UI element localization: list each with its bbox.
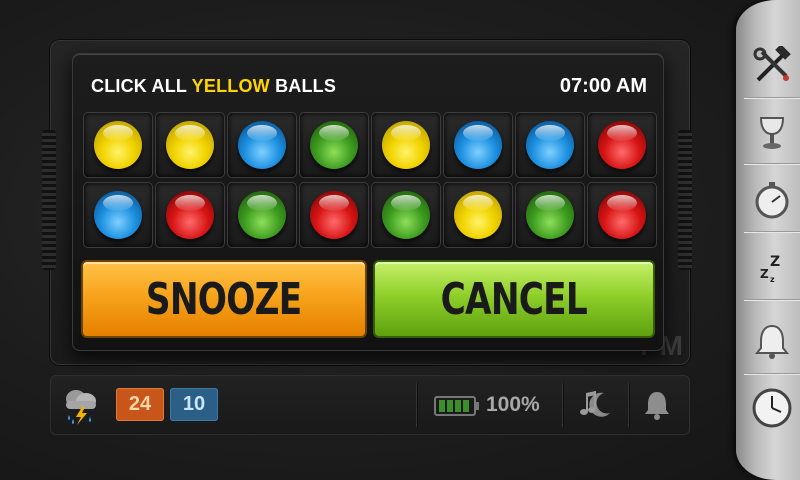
ball-cell[interactable] bbox=[587, 182, 657, 248]
status-bar: 24 10 100% bbox=[50, 375, 690, 435]
sidebar-item-settings[interactable] bbox=[744, 34, 800, 98]
green-ball[interactable] bbox=[526, 191, 574, 239]
alarm-dialog: CLICK ALL YELLOW BALLS 07:00 AM SNOOZE C… bbox=[72, 53, 664, 351]
blue-ball[interactable] bbox=[454, 121, 502, 169]
snooze-label: SNOOZE bbox=[146, 273, 302, 325]
temp-high-badge: 24 bbox=[116, 388, 164, 421]
svg-text:Z: Z bbox=[770, 254, 780, 270]
sleep-zzz-icon: Z Z z bbox=[760, 254, 780, 284]
storm-cloud-icon bbox=[66, 390, 96, 425]
ball-cell[interactable] bbox=[299, 182, 369, 248]
panel-grip-left bbox=[42, 130, 56, 270]
snooze-button[interactable]: SNOOZE bbox=[81, 260, 367, 338]
battery-percent: 100% bbox=[486, 393, 540, 416]
stopwatch-icon bbox=[755, 181, 789, 218]
ball-cell[interactable] bbox=[587, 112, 657, 178]
music-moon-icon[interactable] bbox=[574, 387, 614, 423]
cancel-label: CANCEL bbox=[440, 273, 588, 325]
red-ball[interactable] bbox=[598, 191, 646, 239]
sidebar: Z Z z bbox=[736, 0, 800, 480]
ball-cell[interactable] bbox=[443, 182, 513, 248]
yellow-ball[interactable] bbox=[94, 121, 142, 169]
ball-cell[interactable] bbox=[227, 112, 297, 178]
yellow-ball[interactable] bbox=[166, 121, 214, 169]
sidebar-item-sleep[interactable]: Z Z z bbox=[744, 236, 800, 300]
ball-cell[interactable] bbox=[515, 112, 585, 178]
goblet-icon bbox=[759, 116, 785, 149]
svg-text:z: z bbox=[770, 275, 775, 284]
green-ball[interactable] bbox=[238, 191, 286, 239]
instruction-suffix: BALLS bbox=[269, 75, 337, 96]
sidebar-item-night[interactable] bbox=[744, 100, 800, 164]
blue-ball[interactable] bbox=[526, 121, 574, 169]
green-ball[interactable] bbox=[310, 121, 358, 169]
alarm-time: 07:00 AM bbox=[559, 74, 647, 97]
yellow-ball[interactable] bbox=[454, 191, 502, 239]
instruction-highlight: YELLOW bbox=[191, 75, 270, 96]
status-divider bbox=[416, 383, 417, 427]
blue-ball[interactable] bbox=[238, 121, 286, 169]
tools-icon bbox=[753, 45, 791, 81]
ball-cell[interactable] bbox=[227, 182, 297, 248]
dialog-header: CLICK ALL YELLOW BALLS 07:00 AM bbox=[91, 72, 647, 100]
ball-cell[interactable] bbox=[443, 112, 513, 178]
ball-cell[interactable] bbox=[515, 182, 585, 248]
instruction-text: CLICK ALL YELLOW BALLS bbox=[91, 76, 336, 97]
red-ball[interactable] bbox=[598, 121, 646, 169]
sidebar-item-timer[interactable] bbox=[744, 168, 800, 232]
ball-cell[interactable] bbox=[299, 112, 369, 178]
cancel-button[interactable]: CANCEL bbox=[373, 260, 655, 338]
bell-icon bbox=[754, 324, 790, 359]
ball-cell[interactable] bbox=[155, 112, 225, 178]
sidebar-item-clock[interactable] bbox=[744, 376, 800, 440]
status-divider bbox=[562, 383, 563, 427]
ball-cell[interactable] bbox=[155, 182, 225, 248]
red-ball[interactable] bbox=[310, 191, 358, 239]
sidebar-item-alarms[interactable] bbox=[744, 310, 800, 374]
red-ball[interactable] bbox=[166, 191, 214, 239]
instruction-prefix: CLICK ALL bbox=[91, 75, 192, 96]
panel-grip-right bbox=[678, 130, 692, 270]
yellow-ball[interactable] bbox=[382, 121, 430, 169]
bell-icon[interactable] bbox=[642, 389, 672, 421]
temp-low-badge: 10 bbox=[170, 388, 218, 421]
status-divider bbox=[628, 383, 629, 427]
svg-text:Z: Z bbox=[760, 267, 769, 281]
ball-cell[interactable] bbox=[83, 112, 153, 178]
ball-cell[interactable] bbox=[371, 112, 441, 178]
ball-cell[interactable] bbox=[371, 182, 441, 248]
ball-cell[interactable] bbox=[83, 182, 153, 248]
battery-icon bbox=[434, 396, 479, 416]
clock-icon bbox=[752, 388, 792, 428]
green-ball[interactable] bbox=[382, 191, 430, 239]
blue-ball[interactable] bbox=[94, 191, 142, 239]
ball-grid bbox=[83, 112, 657, 248]
